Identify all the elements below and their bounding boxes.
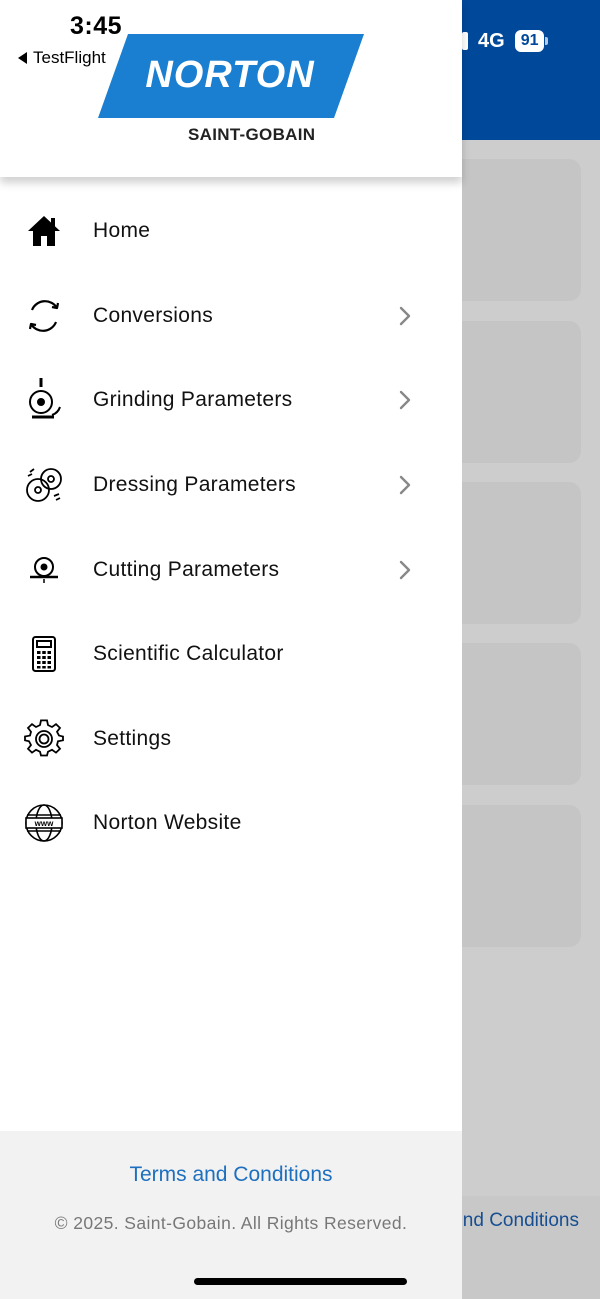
terms-and-conditions-link[interactable]: Terms and Conditions [0, 1163, 462, 1187]
back-to-app-button[interactable]: TestFlight [18, 48, 106, 68]
menu-item-conversions[interactable]: Conversions [0, 274, 462, 359]
menu-item-label: Home [93, 219, 151, 243]
back-app-label: TestFlight [33, 48, 106, 67]
menu-item-label: Conversions [93, 303, 214, 327]
menu-item-label: Grinding Parameters [93, 388, 293, 412]
menu-item-dressing-parameters[interactable]: Dressing Parameters [0, 443, 462, 528]
drawer-menu: Home Conversions Grinding Parameters Dre… [0, 189, 462, 866]
menu-item-cutting-parameters[interactable]: Cutting Parameters [0, 527, 462, 612]
logo-registered-mark: ® [328, 106, 336, 117]
chevron-right-icon [399, 391, 411, 410]
dressing-wheels-icon [24, 465, 64, 505]
back-arrow-icon [18, 52, 27, 64]
drawer-footer: Terms and Conditions © 2025. Saint-Gobai… [0, 1131, 462, 1299]
copyright-text: © 2025. Saint-Gobain. All Rights Reserve… [54, 1213, 408, 1233]
menu-item-scientific-calculator[interactable]: Scientific Calculator [0, 612, 462, 697]
network-type: 4G [478, 29, 505, 52]
cutting-wheel-icon [24, 550, 64, 590]
calculator-icon [24, 634, 64, 674]
home-icon [24, 211, 64, 251]
signal-icon [462, 32, 468, 50]
menu-item-label: Scientific Calculator [93, 642, 284, 666]
chevron-right-icon [399, 560, 411, 579]
background-terms-link: nd Conditions [462, 1210, 579, 1231]
status-indicators: 4G 91 [462, 28, 549, 54]
menu-item-label: Dressing Parameters [93, 473, 296, 497]
menu-item-label: Settings [93, 726, 172, 750]
gear-icon [24, 719, 64, 759]
menu-item-label: Norton Website [93, 811, 242, 835]
chevron-right-icon [399, 475, 411, 495]
drawer-header: 3:45 TestFlight NORTON ® SAINT-GOBAIN [0, 0, 462, 177]
menu-item-norton-website[interactable]: www Norton Website [0, 781, 462, 866]
menu-item-settings[interactable]: Settings [0, 697, 462, 782]
chevron-right-icon [399, 306, 411, 326]
globe-www-icon: www [24, 803, 64, 843]
menu-item-grinding-parameters[interactable]: Grinding Parameters [0, 358, 462, 443]
menu-item-home[interactable]: Home [0, 189, 462, 274]
grinding-wheel-icon [24, 378, 64, 420]
navigation-drawer: 3:45 TestFlight NORTON ® SAINT-GOBAIN Ho… [0, 0, 462, 1299]
battery-icon: 91 [514, 30, 549, 52]
logo-subtitle: SAINT-GOBAIN [188, 125, 316, 144]
refresh-icon [24, 296, 64, 336]
battery-level: 91 [514, 30, 545, 52]
home-indicator[interactable] [194, 1278, 407, 1285]
svg-text:www: www [34, 819, 54, 828]
menu-item-label: Cutting Parameters [93, 557, 280, 581]
logo-wordmark: NORTON [145, 54, 315, 96]
